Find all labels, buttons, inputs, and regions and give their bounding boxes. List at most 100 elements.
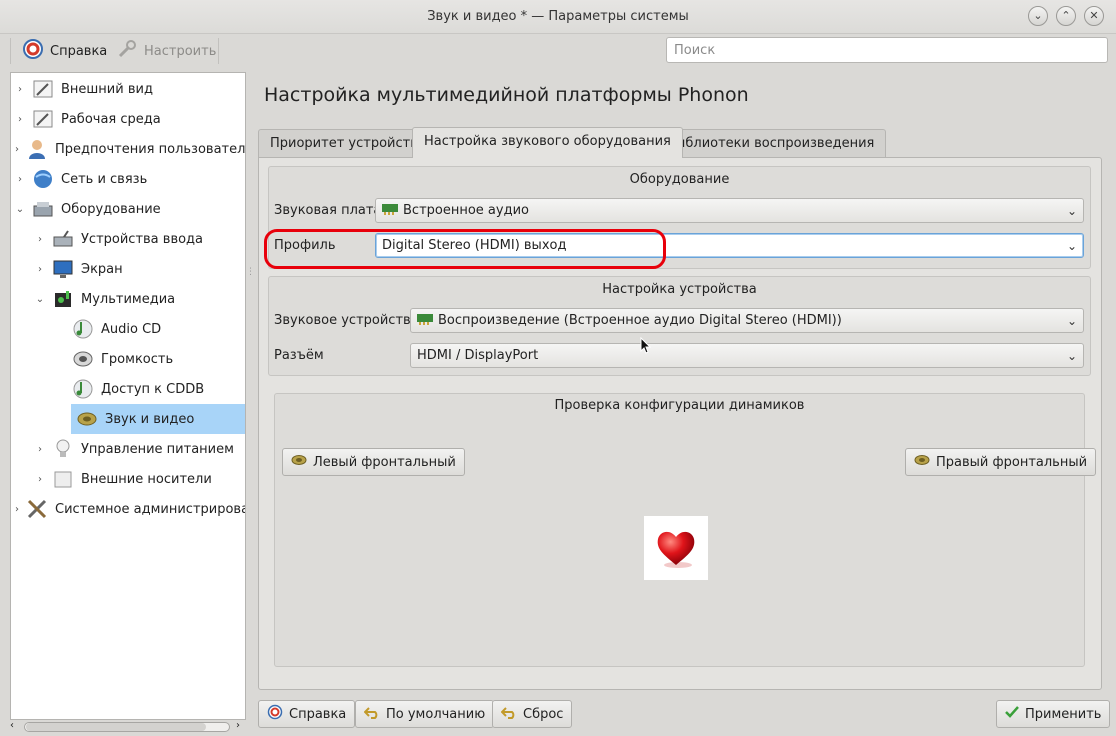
collapse-arrow-icon[interactable]: › [15, 504, 19, 515]
audio-cd-icon [71, 317, 95, 341]
sidebar-item[interactable]: Громкость [55, 344, 245, 374]
sidebar-item[interactable]: › Внешние носители [35, 464, 245, 494]
sidebar-item-label: Управление питанием [81, 441, 234, 457]
chevron-down-icon: ⌄ [1066, 348, 1077, 363]
chevron-down-icon: ⌄ [1066, 203, 1077, 218]
expand-arrow-icon[interactable]: ⌄ [35, 294, 45, 305]
sidebar-item[interactable]: Доступ к CDDB [55, 374, 245, 404]
collapse-arrow-icon[interactable]: › [15, 84, 25, 95]
scrollbar-thumb[interactable] [26, 723, 206, 731]
minimize-button[interactable]: ⌄ [1028, 6, 1048, 26]
red-highlight-annotation [264, 229, 666, 269]
help-toolbar-label: Справка [50, 43, 108, 59]
help-toolbar-button[interactable]: Справка [16, 38, 113, 64]
sidebar-item[interactable]: › Внешний вид [15, 74, 245, 104]
sidebar-item[interactable]: ⌄ Мультимедиа [35, 284, 245, 314]
window-title: Звук и видео * — Параметры системы [427, 9, 689, 24]
heart-icon [644, 516, 708, 580]
sound-card-icon [417, 313, 433, 329]
speaker-icon [291, 454, 307, 470]
collapse-arrow-icon[interactable]: › [15, 174, 25, 185]
chevron-down-icon: ⌄ [1066, 313, 1077, 328]
sidebar-item-label: Внешние носители [81, 471, 212, 487]
left-front-speaker-button[interactable]: Левый фронтальный [282, 448, 465, 476]
volume-icon [71, 347, 95, 371]
sound-video-icon [75, 407, 99, 431]
sound-card-select[interactable]: Встроенное аудио ⌄ [375, 198, 1084, 223]
sidebar-item-label: Устройства ввода [81, 231, 204, 247]
chevron-down-icon: ⌄ [1066, 238, 1077, 253]
sidebar-item-label: Сеть и связь [61, 171, 148, 187]
network-icon [31, 167, 55, 191]
connector-select[interactable]: HDMI / DisplayPort ⌄ [410, 343, 1084, 368]
collapse-arrow-icon[interactable]: › [15, 114, 25, 125]
connector-label: Разъём [274, 348, 324, 363]
sidebar-item[interactable]: › Устройства ввода [35, 224, 245, 254]
sidebar-item[interactable]: ⌄ Оборудование [15, 194, 245, 224]
chevron-up-icon: ⌃ [1061, 9, 1071, 22]
mouse-cursor-icon [640, 336, 652, 359]
sound-card-icon [382, 203, 398, 219]
splitter-handle[interactable]: ⋮ [246, 268, 255, 538]
undo-icon [363, 705, 380, 723]
workspace-icon [31, 107, 55, 131]
chevron-down-icon: ⌄ [1033, 9, 1043, 22]
sidebar-item[interactable]: Звук и видео [71, 404, 245, 434]
sidebar-item-label: Мультимедиа [81, 291, 176, 307]
reset-button[interactable]: Сброс [492, 700, 573, 728]
checkmark-icon [1005, 706, 1019, 722]
sidebar-item-label: Доступ к CDDB [101, 381, 205, 397]
close-icon: ✕ [1089, 9, 1099, 22]
left-front-label: Левый фронтальный [313, 454, 456, 470]
sound-device-value: Воспроизведение (Встроенное аудио Digita… [438, 313, 842, 328]
sidebar-item-label: Громкость [101, 351, 174, 367]
collapse-arrow-icon[interactable]: › [35, 444, 45, 455]
close-button[interactable]: ✕ [1084, 6, 1104, 26]
configure-toolbar-label: Настроить [144, 43, 217, 59]
sidebar-item[interactable]: Audio CD [55, 314, 245, 344]
hardware-icon [31, 197, 55, 221]
sidebar: › Внешний вид › Рабочая среда › Предпочтения … [10, 72, 246, 720]
right-front-speaker-button[interactable]: Правый фронтальный [905, 448, 1097, 476]
scroll-right-icon[interactable]: › [236, 720, 240, 731]
tab-audio-hardware-setup[interactable]: Настройка звукового оборудования [412, 127, 683, 158]
sidebar-item-label: Системное администрирован [55, 501, 245, 517]
sidebar-item-label: Звук и видео [105, 411, 195, 427]
footer-help-button[interactable]: Справка [258, 700, 356, 728]
sidebar-item[interactable]: › Экран [35, 254, 245, 284]
sidebar-item[interactable]: › Сеть и связь [15, 164, 245, 194]
collapse-arrow-icon[interactable]: › [35, 234, 45, 245]
sidebar-horizontal-scrollbar[interactable]: ‹ › [10, 720, 246, 734]
sidebar-item[interactable]: › Предпочтения пользователя [15, 134, 245, 164]
expand-arrow-icon[interactable]: ⌄ [15, 204, 25, 215]
user-icon [25, 137, 49, 161]
apply-button[interactable]: Применить [996, 700, 1111, 728]
undo-icon [500, 705, 517, 723]
toolbar-separator [218, 38, 219, 64]
sidebar-item[interactable]: › Управление питанием [35, 434, 245, 464]
configure-toolbar-button[interactable]: Настроить [110, 38, 222, 64]
sound-device-select[interactable]: Воспроизведение (Встроенное аудио Digita… [410, 308, 1084, 333]
speaker-test-title: Проверка конфигурации динамиков [554, 398, 805, 413]
tab-backends[interactable]: Библиотеки воспроизведения [656, 129, 887, 157]
maximize-button[interactable]: ⌃ [1056, 6, 1076, 26]
toolbar-handle [10, 38, 11, 64]
sidebar-item-label: Экран [81, 261, 123, 277]
input-devices-icon [51, 227, 75, 251]
connector-value: HDMI / DisplayPort [417, 348, 539, 363]
page-title: Настройка мультимедийной платформы Phono… [264, 84, 749, 106]
tab-device-priority[interactable]: Приоритет устройств [258, 129, 430, 157]
sidebar-item[interactable]: › Системное администрирован [15, 494, 245, 524]
sound-device-label: Звуковое устройство [274, 313, 419, 328]
scroll-left-icon[interactable]: ‹ [10, 720, 14, 731]
sidebar-item[interactable]: › Рабочая среда [15, 104, 245, 134]
defaults-button[interactable]: По умолчанию [355, 700, 495, 728]
collapse-arrow-icon[interactable]: › [35, 264, 45, 275]
search-input[interactable] [666, 37, 1108, 63]
device-group-title: Настройка устройства [602, 282, 757, 297]
collapse-arrow-icon[interactable]: › [15, 144, 19, 155]
wrench-icon [116, 38, 138, 64]
footer-help-label: Справка [289, 706, 347, 722]
defaults-label: По умолчанию [386, 706, 486, 722]
collapse-arrow-icon[interactable]: › [35, 474, 45, 485]
